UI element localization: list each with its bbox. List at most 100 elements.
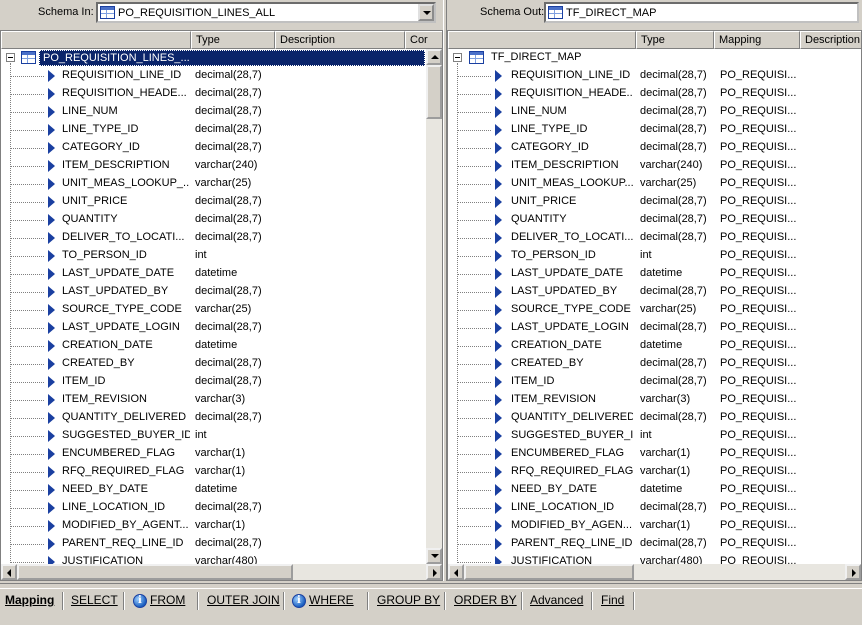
field-type: int xyxy=(640,429,652,441)
field-mapping: PO_REQUISI... xyxy=(720,321,797,333)
chevron-down-icon[interactable] xyxy=(418,4,434,21)
table-row[interactable]: SOURCE_TYPE_CODE varchar(25) xyxy=(1,301,442,319)
table-row[interactable]: TO_PERSON_ID int xyxy=(1,247,442,265)
scroll-thumb[interactable] xyxy=(426,65,442,119)
collapse-icon[interactable] xyxy=(453,53,462,62)
table-row[interactable]: LINE_TYPE_ID decimal(28,7) PO_REQUISI... xyxy=(448,121,861,139)
table-row[interactable]: DELIVER_TO_LOCATI... decimal(28,7) PO_REQU… xyxy=(448,229,861,247)
table-row[interactable]: CREATED_BY decimal(28,7) PO_REQUISI... xyxy=(448,355,861,373)
scroll-right-button[interactable] xyxy=(845,564,861,580)
table-row[interactable]: QUANTITY_DELIVERED decimal(28,7) xyxy=(1,409,442,427)
root-table-label[interactable]: TF_DIRECT_MAP xyxy=(488,50,584,66)
table-row[interactable]: SUGGESTED_BUYER_ID int xyxy=(1,427,442,445)
root-row[interactable]: TF_DIRECT_MAP xyxy=(448,49,861,67)
column-header-comment[interactable]: Cor xyxy=(405,31,442,49)
table-row[interactable]: LAST_UPDATED_BY decimal(28,7) PO_REQUISI..… xyxy=(448,283,861,301)
horizontal-scrollbar[interactable] xyxy=(1,564,442,580)
table-row[interactable]: SUGGESTED_BUYER_ID int PO_REQUISI... xyxy=(448,427,861,445)
table-row[interactable]: LAST_UPDATE_LOGIN decimal(28,7) PO_REQUISI… xyxy=(448,319,861,337)
table-row[interactable]: ITEM_REVISION varchar(3) PO_REQUISI... xyxy=(448,391,861,409)
vertical-scrollbar[interactable] xyxy=(426,49,442,564)
table-row[interactable]: CREATED_BY decimal(28,7) xyxy=(1,355,442,373)
table-row[interactable]: LINE_LOCATION_ID decimal(28,7) xyxy=(1,499,442,517)
horizontal-scroll-thumb[interactable] xyxy=(17,564,293,580)
column-header-description[interactable]: Description xyxy=(275,31,405,49)
table-row[interactable]: MODIFIED_BY_AGENT... varchar(1) xyxy=(1,517,442,535)
scroll-left-button[interactable] xyxy=(1,564,17,580)
tab-from[interactable]: FROM xyxy=(150,593,185,609)
info-icon[interactable] xyxy=(292,594,306,608)
table-row[interactable]: LINE_NUM decimal(28,7) PO_REQUISI... xyxy=(448,103,861,121)
table-row[interactable]: LINE_NUM decimal(28,7) xyxy=(1,103,442,121)
tab-find[interactable]: Find xyxy=(601,593,624,609)
schema-in-dropdown[interactable]: PO_REQUISITION_LINES_ALL xyxy=(96,2,436,23)
info-icon[interactable] xyxy=(133,594,147,608)
table-row[interactable]: DELIVER_TO_LOCATI... decimal(28,7) xyxy=(1,229,442,247)
table-row[interactable]: ENCUMBERED_FLAG varchar(1) PO_REQUISI... xyxy=(448,445,861,463)
field-mapping: PO_REQUISI... xyxy=(720,159,797,171)
column-header-name[interactable] xyxy=(1,31,191,49)
table-row[interactable]: LINE_LOCATION_ID decimal(28,7) PO_REQUISI.… xyxy=(448,499,861,517)
table-row[interactable]: CREATION_DATE datetime xyxy=(1,337,442,355)
column-header-type[interactable]: Type xyxy=(191,31,275,49)
tab-group-by[interactable]: GROUP BY xyxy=(377,593,440,609)
table-row[interactable]: TO_PERSON_ID int PO_REQUISI... xyxy=(448,247,861,265)
table-row[interactable]: QUANTITY decimal(28,7) xyxy=(1,211,442,229)
tab-select[interactable]: SELECT xyxy=(71,593,118,609)
table-row[interactable]: QUANTITY decimal(28,7) PO_REQUISI... xyxy=(448,211,861,229)
collapse-icon[interactable] xyxy=(6,53,15,62)
table-row[interactable]: CATEGORY_ID decimal(28,7) PO_REQUISI... xyxy=(448,139,861,157)
column-header-name[interactable] xyxy=(448,31,636,49)
table-row[interactable]: PARENT_REQ_LINE_ID decimal(28,7) PO_REQUIS… xyxy=(448,535,861,553)
scroll-down-button[interactable] xyxy=(426,548,442,564)
tab-outer-join[interactable]: OUTER JOIN xyxy=(207,593,280,609)
tab-where[interactable]: WHERE xyxy=(309,593,354,609)
table-row[interactable]: CREATION_DATE datetime PO_REQUISI... xyxy=(448,337,861,355)
horizontal-scrollbar[interactable] xyxy=(448,564,861,580)
table-row[interactable]: ENCUMBERED_FLAG varchar(1) xyxy=(1,445,442,463)
table-row[interactable]: REQUISITION_LINE_ID decimal(28,7) xyxy=(1,67,442,85)
scroll-up-button[interactable] xyxy=(426,49,442,65)
table-row[interactable]: LAST_UPDATED_BY decimal(28,7) xyxy=(1,283,442,301)
tab-advanced[interactable]: Advanced xyxy=(530,593,583,609)
scroll-right-button[interactable] xyxy=(426,564,442,580)
tab-separator xyxy=(521,592,523,610)
table-row[interactable]: ITEM_REVISION varchar(3) xyxy=(1,391,442,409)
table-row[interactable]: LINE_TYPE_ID decimal(28,7) xyxy=(1,121,442,139)
column-header-description[interactable]: Description xyxy=(800,31,861,49)
tab-mapping[interactable]: Mapping xyxy=(5,593,54,609)
table-row[interactable]: UNIT_MEAS_LOOKUP... varchar(25) PO_REQUISI… xyxy=(448,175,861,193)
table-row[interactable]: UNIT_PRICE decimal(28,7) xyxy=(1,193,442,211)
column-header-mapping[interactable]: Mapping xyxy=(714,31,800,49)
table-row[interactable]: NEED_BY_DATE datetime PO_REQUISI... xyxy=(448,481,861,499)
table-row[interactable]: PARENT_REQ_LINE_ID decimal(28,7) xyxy=(1,535,442,553)
table-row[interactable]: NEED_BY_DATE datetime xyxy=(1,481,442,499)
horizontal-scroll-thumb[interactable] xyxy=(464,564,634,580)
table-row[interactable]: ITEM_DESCRIPTION varchar(240) PO_REQUISI..… xyxy=(448,157,861,175)
table-row[interactable]: QUANTITY_DELIVERED decimal(28,7) PO_REQUIS… xyxy=(448,409,861,427)
table-row[interactable]: ITEM_ID decimal(28,7) xyxy=(1,373,442,391)
table-row[interactable]: REQUISITION_HEADE... decimal(28,7) PO_REQU… xyxy=(448,85,861,103)
field-name: LINE_NUM xyxy=(511,105,567,117)
table-row[interactable]: REQUISITION_LINE_ID decimal(28,7) PO_REQUI… xyxy=(448,67,861,85)
table-row[interactable]: UNIT_MEAS_LOOKUP_... varchar(25) xyxy=(1,175,442,193)
table-row[interactable]: REQUISITION_HEADE... decimal(28,7) xyxy=(1,85,442,103)
scroll-left-button[interactable] xyxy=(448,564,464,580)
table-row[interactable]: SOURCE_TYPE_CODE varchar(25) PO_REQUISI... xyxy=(448,301,861,319)
root-row[interactable]: PO_REQUISITION_LINES_... xyxy=(1,49,442,67)
column-header-type[interactable]: Type xyxy=(636,31,714,49)
table-row[interactable]: RFQ_REQUIRED_FLAG varchar(1) xyxy=(1,463,442,481)
table-row[interactable]: ITEM_DESCRIPTION varchar(240) xyxy=(1,157,442,175)
table-row[interactable]: LAST_UPDATE_LOGIN decimal(28,7) xyxy=(1,319,442,337)
table-row[interactable]: LAST_UPDATE_DATE datetime xyxy=(1,265,442,283)
table-row[interactable]: MODIFIED_BY_AGEN... varchar(1) PO_REQUISI.… xyxy=(448,517,861,535)
table-row[interactable]: LAST_UPDATE_DATE datetime PO_REQUISI... xyxy=(448,265,861,283)
root-table-label[interactable]: PO_REQUISITION_LINES_... xyxy=(39,50,425,66)
field-type: varchar(1) xyxy=(195,465,246,477)
tab-order-by[interactable]: ORDER BY xyxy=(454,593,517,609)
table-row[interactable]: ITEM_ID decimal(28,7) PO_REQUISI... xyxy=(448,373,861,391)
table-row[interactable]: UNIT_PRICE decimal(28,7) PO_REQUISI... xyxy=(448,193,861,211)
field-icon xyxy=(48,232,55,244)
table-row[interactable]: CATEGORY_ID decimal(28,7) xyxy=(1,139,442,157)
table-row[interactable]: RFQ_REQUIRED_FLAG varchar(1) PO_REQUISI... xyxy=(448,463,861,481)
